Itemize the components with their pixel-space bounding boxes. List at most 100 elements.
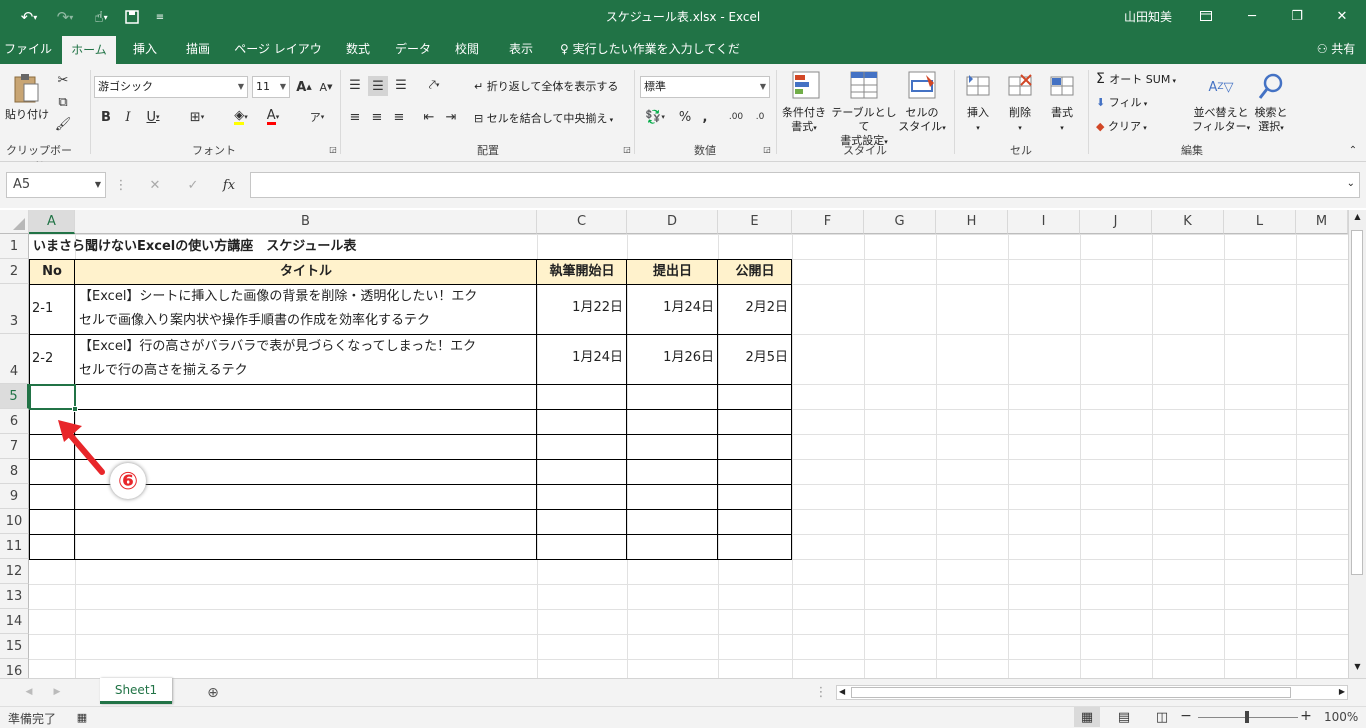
wrap-text-button[interactable]: ↵ 折り返して全体を表示する [474,80,626,94]
table-header-cell[interactable]: 公開日 [718,259,792,284]
column-header-b[interactable]: B [75,210,537,234]
copy-icon[interactable]: ⧉ [54,94,72,110]
worksheet-grid[interactable]: ABCDEFGHIJKLM 1 2 3 4 5 6 7 8 9 10 11 12 13 14 15 16 No… [0,210,1366,685]
column-header-j[interactable]: J [1080,210,1152,234]
conditional-formatting-button[interactable]: 条件付き 書式▾ [778,106,830,135]
align-top-icon[interactable]: ☰ [346,76,364,94]
scroll-right-icon[interactable]: ▶ [1339,687,1345,696]
decrease-font-icon[interactable]: A ▼ [318,78,334,96]
page-layout-view-icon[interactable]: ▤ [1114,707,1134,727]
cell-publish-date[interactable]: 2月2日 [718,284,788,334]
column-header-e[interactable]: E [718,210,792,234]
sheet-tab[interactable]: Sheet1 [100,678,172,704]
bold-icon[interactable]: B [98,108,114,126]
share-button[interactable]: ⚇ 共有 [1310,34,1362,64]
page-break-view-icon[interactable]: ◫ [1152,707,1172,727]
align-middle-icon[interactable]: ☰ [368,76,388,96]
insert-function-icon[interactable]: fx [220,176,238,194]
enter-icon[interactable]: ✓ [184,176,202,194]
tab-page-layout[interactable]: ページ レイアウト [230,34,326,86]
align-left-icon[interactable]: ≡ [346,108,364,126]
scroll-thumb[interactable] [1351,230,1363,575]
scroll-left-icon[interactable]: ◀ [839,687,845,696]
column-header-c[interactable]: C [537,210,627,234]
tab-insert[interactable]: 挿入 [124,34,166,64]
scroll-thumb[interactable] [851,687,1291,698]
zoom-in-icon[interactable]: + [1300,708,1312,724]
format-cells-icon[interactable] [1048,72,1076,100]
cell-start-date[interactable]: 1月22日 [537,284,623,334]
decrease-indent-icon[interactable]: ⇤ [420,108,438,126]
comma-icon[interactable]: , [698,108,712,126]
increase-decimal-icon[interactable]: .00 [726,108,746,126]
row-header-12[interactable]: 12 [0,559,29,584]
find-select-button[interactable]: 検索と 選択▾ [1250,106,1292,135]
insert-cells-icon[interactable] [964,72,992,100]
collapse-ribbon-icon[interactable]: ⌃ [1346,144,1360,156]
clear-button[interactable]: ◆ クリア ▾ [1096,120,1156,135]
phonetic-icon[interactable]: ア ▾ [306,108,328,126]
zoom-slider-thumb[interactable] [1245,711,1249,723]
row-header-14[interactable]: 14 [0,609,29,634]
column-header-m[interactable]: M [1296,210,1348,234]
cell-title-line[interactable]: 【Excel】シートに挿入した画像の背景を削除・透明化したい！エク [79,285,535,309]
cut-icon[interactable]: ✂ [54,72,72,88]
cell-title-line[interactable]: セルで画像入り案内状や操作手順書の作成を効率化するテク [79,309,535,333]
user-name[interactable]: 山田知美 [1124,8,1172,25]
cell-styles-button[interactable]: セルの スタイル▾ [896,106,948,135]
fill-button[interactable]: ⬇ フィル ▾ [1096,96,1156,111]
tell-me-box[interactable]: ♀ 実行したい作業を入力してください [560,34,746,86]
tab-data[interactable]: データ [390,34,436,64]
tab-review[interactable]: 校閲 [444,34,490,64]
fill-color-icon[interactable]: ◈ ▾ [228,108,254,126]
cell-submit-date[interactable]: 1月26日 [627,334,714,384]
format-painter-icon[interactable]: 🖌 [54,116,72,132]
row-header-5[interactable]: 5 [0,384,29,409]
row-header-2[interactable]: 2 [0,259,29,284]
table-header-cell[interactable]: 執筆開始日 [537,259,627,284]
percent-icon[interactable]: % [676,108,694,126]
paste-icon[interactable] [10,70,42,106]
normal-view-icon[interactable]: ▦ [1074,707,1100,727]
align-bottom-icon[interactable]: ☰ [392,76,410,94]
font-color-icon[interactable]: A ▾ [260,108,286,126]
underline-icon[interactable]: U ▾ [142,108,164,126]
font-name-select[interactable]: 游ゴシック ▼ [94,76,248,98]
row-header-11[interactable]: 11 [0,534,29,559]
add-sheet-icon[interactable]: ⊕ [204,684,222,702]
find-select-icon[interactable] [1256,72,1286,102]
cell-no[interactable]: 2-1 [32,284,53,334]
row-header-3[interactable]: 3 [0,284,29,334]
format-as-table-icon[interactable] [848,70,880,100]
row-header-4[interactable]: 4 [0,334,29,384]
column-header-d[interactable]: D [627,210,718,234]
scroll-up-icon[interactable]: ▲ [1351,212,1364,226]
italic-icon[interactable]: I [120,108,136,126]
cancel-icon[interactable]: ✕ [146,176,164,194]
format-cells-button[interactable]: 書式 ▾ [1042,106,1082,135]
orientation-icon[interactable]: ⤤ ▾ [420,76,448,94]
increase-font-icon[interactable]: A ▲ [296,78,312,96]
insert-cells-button[interactable]: 挿入 ▾ [958,106,998,135]
column-header-a[interactable]: A [29,210,75,234]
dialog-launcher-icon[interactable]: ◲ [762,144,772,154]
paste-label[interactable]: 貼り付け [2,108,52,122]
font-size-select[interactable]: 11 ▼ [252,76,290,98]
align-center-icon[interactable]: ≡ [368,108,386,126]
column-header-h[interactable]: H [936,210,1008,234]
column-header-f[interactable]: F [792,210,864,234]
delete-cells-icon[interactable] [1006,72,1034,100]
zoom-level[interactable]: 100% [1324,710,1358,724]
table-header-cell[interactable]: No [29,259,75,284]
tab-view[interactable]: 表示 [498,34,544,64]
cell-title-line[interactable]: セルで行の高さを揃えるテク [79,359,535,383]
row-header-1[interactable]: 1 [0,234,29,259]
conditional-formatting-icon[interactable] [790,70,822,100]
zoom-out-icon[interactable]: − [1180,708,1192,724]
formula-input[interactable]: ⌄ [250,172,1360,198]
vertical-scrollbar[interactable]: ▲ ▼ [1348,210,1366,678]
cell-styles-icon[interactable] [906,70,938,100]
tab-draw[interactable]: 描画 [176,34,220,64]
decrease-decimal-icon[interactable]: .0 [750,108,770,126]
row-header-7[interactable]: 7 [0,434,29,459]
